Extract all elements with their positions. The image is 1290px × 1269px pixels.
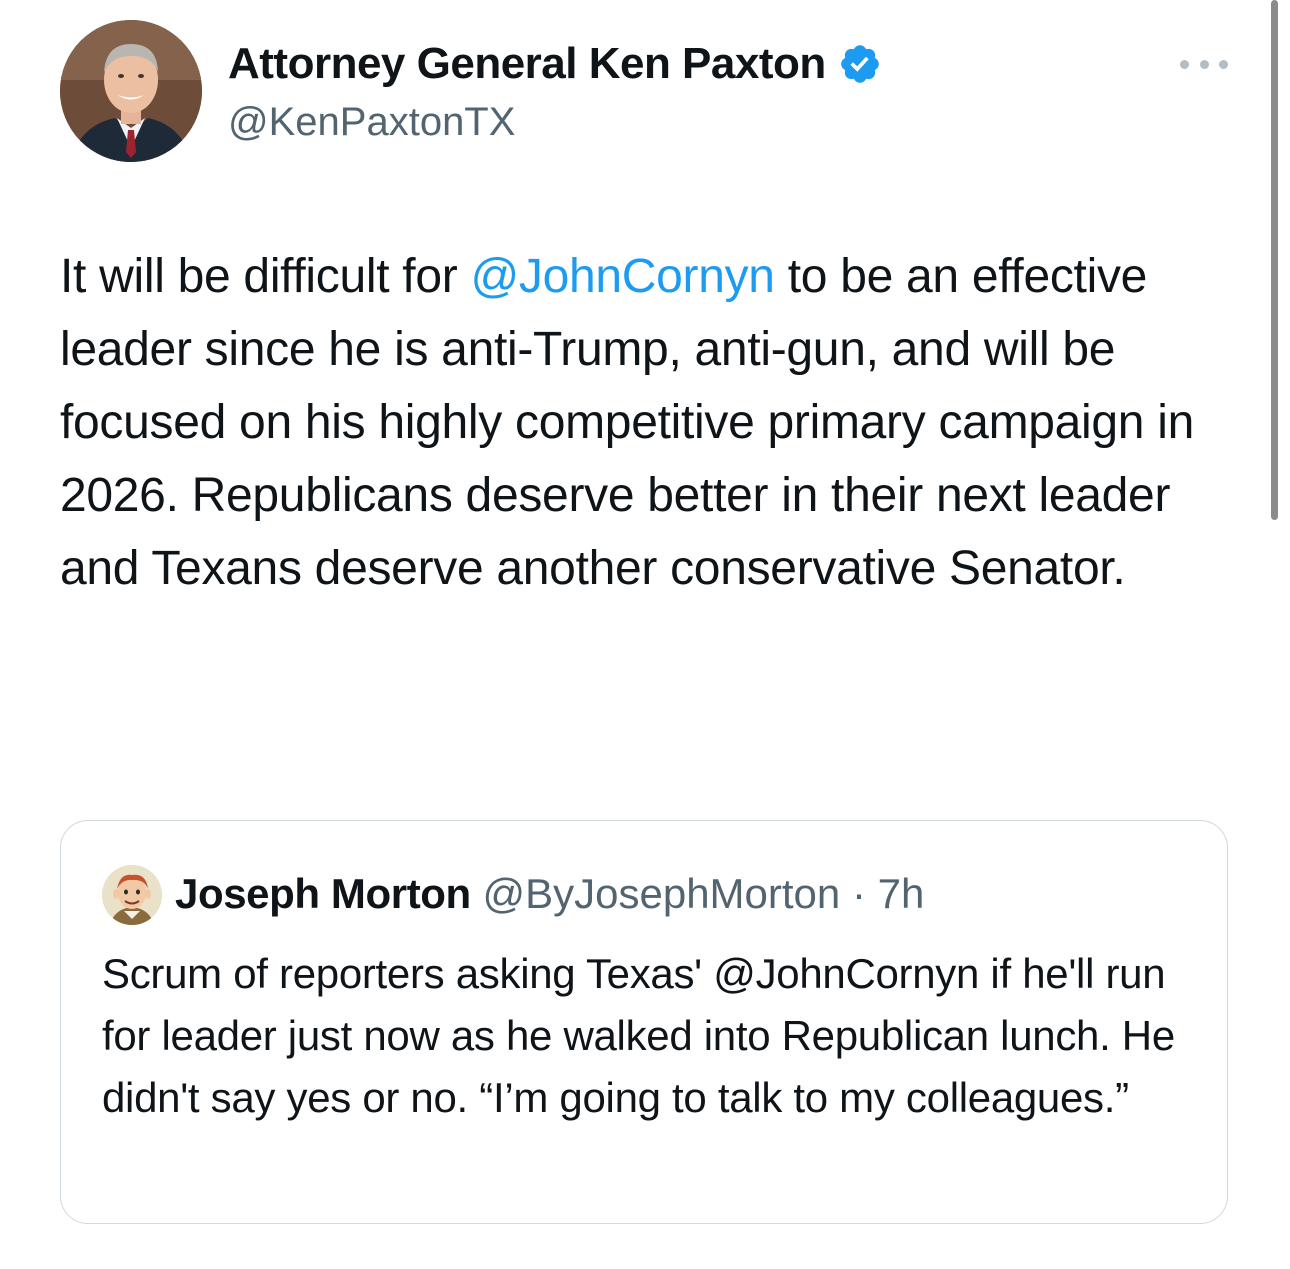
author-avatar[interactable] [60, 20, 202, 162]
author-handle[interactable]: @KenPaxtonTX [228, 98, 515, 146]
tweet-text: It will be difficult for @JohnCornyn to … [60, 240, 1240, 605]
more-dot [1180, 59, 1189, 69]
quoted-tweet-header: Joseph Morton @ByJosephMorton · 7h [175, 869, 924, 919]
more-dot [1219, 59, 1228, 69]
more-dot [1199, 59, 1209, 69]
quoted-tweet-text: Scrum of reporters asking Texas' @JohnCo… [102, 950, 1175, 1121]
cartoon-avatar-icon [102, 865, 162, 925]
quoted-author-handle[interactable]: @ByJosephMorton [482, 870, 840, 917]
quoted-tweet-time[interactable]: 7h [878, 870, 925, 917]
more-options-icon[interactable] [1180, 58, 1228, 70]
quoted-author-name[interactable]: Joseph Morton [175, 870, 471, 917]
quoted-tweet-card[interactable]: Joseph Morton @ByJosephMorton · 7h Scrum… [60, 820, 1228, 1224]
profile-photo-icon [60, 20, 202, 162]
author-display-name[interactable]: Attorney General Ken Paxton [228, 38, 826, 90]
quoted-author-avatar[interactable] [102, 865, 162, 925]
scrollbar[interactable] [1271, 0, 1278, 520]
author-name-row[interactable]: Attorney General Ken Paxton [228, 38, 882, 90]
verified-badge-icon[interactable] [838, 42, 882, 86]
mention-link[interactable]: @JohnCornyn [470, 250, 775, 303]
tweet-text-part1: It will be difficult for [60, 250, 471, 303]
separator-dot: · [851, 870, 866, 917]
